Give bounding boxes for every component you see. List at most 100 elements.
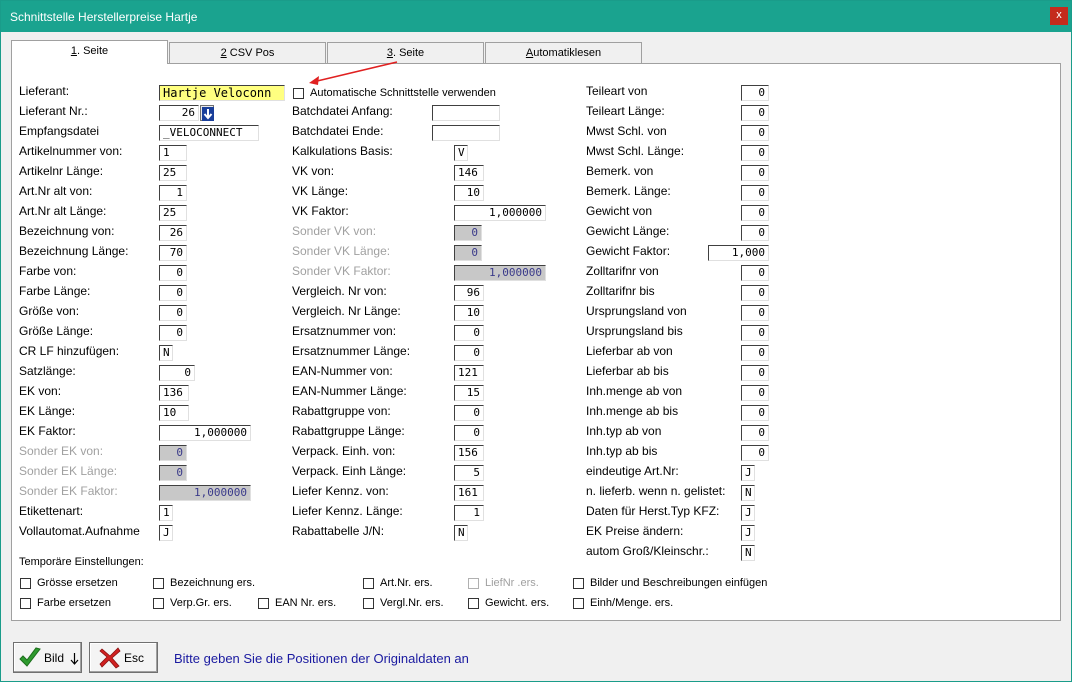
ursprungsland-bis-field[interactable]: 0: [741, 325, 769, 341]
farbe-laenge-field[interactable]: 0: [159, 285, 187, 301]
batchdatei-ende-field[interactable]: [432, 125, 500, 141]
ek-faktor-field[interactable]: 1,000000: [159, 425, 251, 441]
rabattgruppe-von-field[interactable]: 0: [454, 405, 484, 421]
eindeutige-artnr-field[interactable]: J: [741, 465, 755, 481]
title-bar[interactable]: Schnittstelle Herstellerpreise Hartje x: [1, 1, 1071, 32]
auto-schnittstelle-checkbox[interactable]: [293, 88, 304, 99]
teileart-laenge-field[interactable]: 0: [741, 105, 769, 121]
artikelnr-laenge-field[interactable]: 25: [159, 165, 187, 181]
groesse-laenge-field[interactable]: 0: [159, 325, 187, 341]
close-button[interactable]: x: [1050, 7, 1068, 25]
label-inh-menge-ab-von: Inh.menge ab von: [586, 384, 683, 398]
ek-von-field[interactable]: 136: [159, 385, 189, 401]
vk-laenge-field[interactable]: 10: [454, 185, 484, 201]
vk-von-field[interactable]: 146: [454, 165, 484, 181]
ersatznummer-laenge-field[interactable]: 0: [454, 345, 484, 361]
label-gewicht-von: Gewicht von: [586, 204, 653, 218]
artikelnummer-von-field[interactable]: 1: [159, 145, 187, 161]
ursprungsland-von-field[interactable]: 0: [741, 305, 769, 321]
label-vk-faktor: VK Faktor:: [292, 204, 349, 218]
n-lieferb-gelistet-field[interactable]: N: [741, 485, 755, 501]
label-ursprungsland-bis: Ursprungsland bis: [586, 324, 683, 338]
lieferbar-ab-bis-field[interactable]: 0: [741, 365, 769, 381]
liefer-kennz-von-field[interactable]: 161: [454, 485, 484, 501]
verpack-einh-von-field[interactable]: 156: [454, 445, 484, 461]
gewicht-faktor-field[interactable]: 1,000: [708, 245, 769, 261]
artnr-alt-laenge-field[interactable]: 25: [159, 205, 187, 221]
label-rabattgruppe-von: Rabattgruppe von:: [292, 404, 391, 418]
tab-seite-1[interactable]: 1. Seite: [11, 40, 168, 64]
vergleich-nr-von-field[interactable]: 96: [454, 285, 484, 301]
artnr-alt-von-field[interactable]: 1: [159, 185, 187, 201]
tab-automatiklesen[interactable]: Automatiklesen: [485, 42, 642, 64]
lieferant-field[interactable]: Hartje Veloconn: [159, 85, 285, 101]
label-autom-gross-klein: autom Groß/Kleinschr.:: [586, 544, 709, 558]
esc-button[interactable]: Esc: [89, 642, 158, 673]
crlf-hinzufuegen-field[interactable]: N: [159, 345, 173, 361]
mwst-schl-von-field[interactable]: 0: [741, 125, 769, 141]
groesse-ersetzen-checkbox[interactable]: [20, 578, 31, 589]
label-artnr-alt-von: Art.Nr alt von:: [19, 184, 93, 198]
ek-preise-aendern-field[interactable]: J: [741, 525, 755, 541]
zolltarifnr-bis-field[interactable]: 0: [741, 285, 769, 301]
label-liefer-kennz-laenge: Liefer Kennz. Länge:: [292, 504, 403, 518]
inh-typ-ab-bis-field[interactable]: 0: [741, 445, 769, 461]
rabattabelle-field[interactable]: N: [454, 525, 468, 541]
groesse-von-field[interactable]: 0: [159, 305, 187, 321]
inh-typ-ab-von-field[interactable]: 0: [741, 425, 769, 441]
vergleich-nr-laenge-field[interactable]: 10: [454, 305, 484, 321]
ean-nummer-von-field[interactable]: 121: [454, 365, 484, 381]
label-ek-von: EK von:: [19, 384, 62, 398]
bemerk-von-field[interactable]: 0: [741, 165, 769, 181]
bemerk-laenge-field[interactable]: 0: [741, 185, 769, 201]
autom-gross-klein-field[interactable]: N: [741, 545, 755, 561]
satzlaenge-field[interactable]: 0: [159, 365, 195, 381]
gewicht-laenge-field[interactable]: 0: [741, 225, 769, 241]
esc-button-label: Esc: [124, 651, 145, 665]
inh-menge-ab-von-field[interactable]: 0: [741, 385, 769, 401]
gewicht-ers-checkbox[interactable]: [468, 598, 479, 609]
label-artikelnr-laenge: Artikelnr Länge:: [19, 164, 104, 178]
inh-menge-ab-bis-field[interactable]: 0: [741, 405, 769, 421]
bild-down-button[interactable]: Bild: [13, 642, 82, 673]
liefer-kennz-laenge-field[interactable]: 1: [454, 505, 484, 521]
lieferbar-ab-von-field[interactable]: 0: [741, 345, 769, 361]
teileart-von-field[interactable]: 0: [741, 85, 769, 101]
label-kalkulations-basis: Kalkulations Basis:: [292, 144, 393, 158]
label-vk-von: VK von:: [292, 164, 335, 178]
bilder-beschreibungen-checkbox[interactable]: [573, 578, 584, 589]
ean-nummer-laenge-field[interactable]: 15: [454, 385, 484, 401]
ean-nr-ers-checkbox[interactable]: [258, 598, 269, 609]
farbe-ersetzen-checkbox[interactable]: [20, 598, 31, 609]
label-ek-faktor: EK Faktor:: [19, 424, 76, 438]
vk-faktor-field[interactable]: 1,000000: [454, 205, 546, 221]
vollautomat-aufnahme-field[interactable]: J: [159, 525, 173, 541]
empfangsdatei-field[interactable]: _VELOCONNECT: [159, 125, 259, 141]
label-daten-herst-typ-kfz: Daten für Herst.Typ KFZ:: [586, 504, 720, 518]
verpack-einh-laenge-field[interactable]: 5: [454, 465, 484, 481]
farbe-von-field[interactable]: 0: [159, 265, 187, 281]
artnr-ers-checkbox[interactable]: [363, 578, 374, 589]
einh-menge-ers-checkbox[interactable]: [573, 598, 584, 609]
bezeichnung-ers-checkbox[interactable]: [153, 578, 164, 589]
etikettenart-field[interactable]: 1: [159, 505, 173, 521]
label-vollautomat-aufnahme: Vollautomat.Aufnahme: [19, 524, 140, 538]
mwst-schl-laenge-field[interactable]: 0: [741, 145, 769, 161]
label-ek-preise-aendern: EK Preise ändern:: [586, 524, 684, 538]
rabattgruppe-laenge-field[interactable]: 0: [454, 425, 484, 441]
lieferant-nr-dropdown-button[interactable]: [200, 105, 214, 121]
bezeichnung-von-field[interactable]: 26: [159, 225, 187, 241]
ersatznummer-von-field[interactable]: 0: [454, 325, 484, 341]
kalkulations-basis-field[interactable]: V: [454, 145, 468, 161]
gewicht-von-field[interactable]: 0: [741, 205, 769, 221]
zolltarifnr-von-field[interactable]: 0: [741, 265, 769, 281]
lieferant-nr-field[interactable]: 26: [159, 105, 199, 121]
daten-herst-typ-kfz-field[interactable]: J: [741, 505, 755, 521]
label-n-lieferb-gelistet: n. lieferb. wenn n. gelistet:: [586, 484, 726, 498]
batchdatei-anfang-field[interactable]: [432, 105, 500, 121]
bezeichnung-laenge-field[interactable]: 70: [159, 245, 187, 261]
ek-laenge-field[interactable]: 10: [159, 405, 189, 421]
checkmark-icon: [19, 647, 41, 667]
verp-gr-ers-checkbox[interactable]: [153, 598, 164, 609]
vergl-nr-ers-checkbox[interactable]: [363, 598, 374, 609]
